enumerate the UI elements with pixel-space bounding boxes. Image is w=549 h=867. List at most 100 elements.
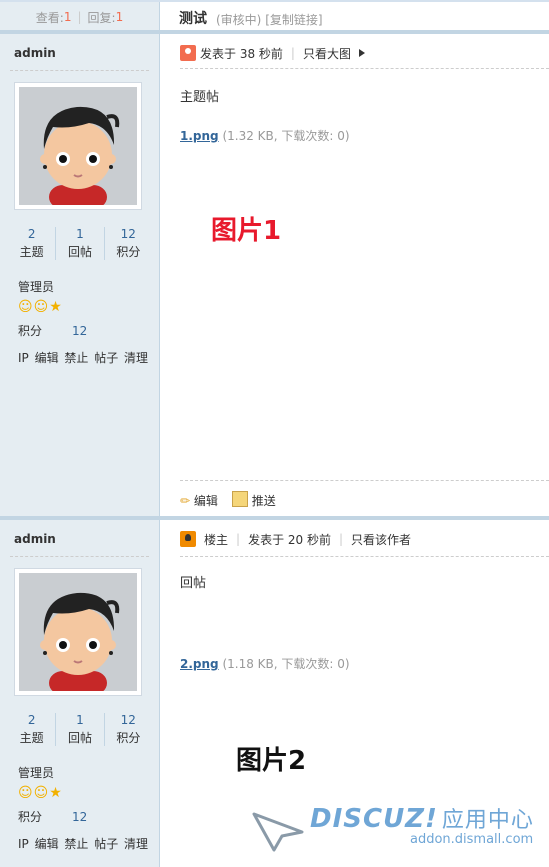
points-label: 积分 [18, 810, 43, 824]
sidebar-divider [10, 70, 149, 71]
image-marker: 图片2 [236, 746, 307, 776]
stat-value: 2 [27, 227, 36, 241]
stat-replies[interactable]: 1 回帖 [55, 713, 103, 746]
view-large-image-link[interactable]: 只看大图 [303, 45, 351, 62]
post-divider [180, 556, 549, 557]
views-count: 1 [63, 10, 72, 24]
avatar[interactable] [14, 82, 142, 210]
points-label: 积分 [18, 324, 43, 338]
thread-title: 测试 [179, 11, 207, 27]
edit-button[interactable]: ✏ 编辑 [180, 492, 218, 509]
replies-count: 1 [115, 10, 124, 24]
replies-label: 回复: [87, 10, 116, 25]
user-group[interactable]: 管理员 [18, 764, 54, 781]
author-sidebar: admin 2 主题 1 回帖 12 积分 管理员 ☺ ☺ ★ 积分 12 IP… [0, 520, 160, 867]
post-header: 发表于 38 秒前 | 只看大图 [180, 42, 549, 64]
edit-label: 编辑 [193, 493, 218, 508]
thread-meta: (审核中) [复制链接] [216, 11, 323, 28]
discuz-watermark: DISCUZ! 应用中心 addon.dismall.com [250, 800, 549, 867]
thread-counters: 查看: 1 | 回复: 1 [0, 2, 160, 32]
attachment-info: (1.18 KB, 下载次数: 0) [222, 657, 350, 671]
avatar-face-icon [19, 87, 137, 205]
stat-value: 2 [27, 713, 36, 727]
sun-icon: ☺ [33, 299, 49, 315]
points-value: 12 [72, 324, 88, 338]
attachment-info: (1.32 KB, 下载次数: 0) [222, 129, 350, 143]
stat-points[interactable]: 12 积分 [103, 227, 152, 260]
avatar[interactable] [14, 568, 142, 696]
avatar-image [19, 573, 137, 691]
post-time: 发表于 38 秒前 [200, 46, 283, 61]
star-icon: ★ [49, 299, 62, 315]
points-row: 积分 12 [18, 322, 87, 339]
sun-icon: ☺ [18, 785, 33, 801]
attachment: 1.png (1.32 KB, 下载次数: 0) [180, 127, 350, 144]
discuz-logo: DISCUZ! 应用中心 [310, 802, 534, 834]
post-divider [180, 68, 549, 69]
stat-label: 回帖 [67, 731, 92, 745]
watermark-url: addon.dismall.com [410, 832, 534, 847]
user-icon [180, 45, 196, 61]
sidebar-divider [10, 556, 149, 557]
stat-value: 12 [120, 713, 136, 727]
post-time: 发表于 20 秒前 [248, 532, 331, 547]
header-divider: | [236, 532, 241, 546]
thread-starter-badge: 楼主 [204, 532, 229, 547]
pencil-icon: ✏ [180, 493, 191, 508]
attachment: 2.png (1.18 KB, 下载次数: 0) [180, 655, 350, 672]
post-header: 楼主 | 发表于 20 秒前 | 只看该作者 [180, 528, 549, 550]
author-sidebar: admin 2 主题 1 回帖 12 积分 管理员 ☺ ☺ ★ 积分 12 IP… [0, 34, 160, 517]
stat-value: 1 [76, 713, 84, 727]
stat-points[interactable]: 12 积分 [103, 713, 152, 746]
stat-label: 主题 [19, 731, 44, 745]
user-group[interactable]: 管理员 [18, 278, 54, 295]
admin-links[interactable]: IP 编辑 禁止 帖子 清理 [18, 349, 148, 366]
push-button[interactable]: 推送 [231, 491, 276, 509]
post-body: 回帖 [180, 576, 207, 591]
stat-threads[interactable]: 2 主题 [8, 227, 55, 260]
push-label: 推送 [251, 494, 276, 508]
star-icon: ★ [49, 785, 62, 801]
stat-value: 12 [120, 227, 136, 241]
post-body: 主题帖 [180, 90, 220, 105]
points-value: 12 [72, 810, 88, 824]
stat-value: 1 [76, 227, 84, 241]
copy-link-button[interactable]: [复制链接] [265, 13, 322, 27]
stat-replies[interactable]: 1 回帖 [55, 227, 103, 260]
moderation-status: (审核中) [216, 13, 262, 27]
stat-label: 回帖 [67, 245, 92, 259]
stat-label: 积分 [116, 245, 141, 259]
rank-icons: ☺ ☺ ★ [18, 785, 62, 801]
attachment-link[interactable]: 2.png [180, 657, 219, 671]
author-name[interactable]: admin [14, 46, 56, 60]
header-divider: | [290, 46, 295, 60]
counter-divider: | [77, 10, 82, 24]
sun-icon: ☺ [18, 299, 33, 315]
admin-links[interactable]: IP 编辑 禁止 帖子 清理 [18, 835, 148, 852]
post-actions: ✏ 编辑 推送 [180, 491, 276, 509]
stat-label: 积分 [116, 731, 141, 745]
logo-cn-text: 应用中心 [441, 808, 534, 833]
cursor-arrow-icon [252, 812, 304, 852]
header-divider: | [338, 532, 344, 546]
author-name[interactable]: admin [14, 532, 56, 546]
stat-label: 主题 [19, 245, 44, 259]
stat-threads[interactable]: 2 主题 [8, 713, 55, 746]
points-row: 积分 12 [18, 808, 87, 825]
push-icon [231, 491, 248, 507]
arrow-right-icon[interactable] [358, 49, 365, 57]
attachment-link[interactable]: 1.png [180, 129, 219, 143]
post-content: 发表于 38 秒前 | 只看大图 主题帖 1.png (1.32 KB, 下载次… [160, 34, 549, 517]
thread-header: 查看: 1 | 回复: 1 测试 (审核中) [复制链接] [0, 0, 549, 32]
logo-text: DISCUZ! [310, 804, 438, 834]
avatar-face-icon [19, 573, 137, 691]
view-author-only-link[interactable]: 只看该作者 [351, 531, 411, 548]
rank-icons: ☺ ☺ ★ [18, 299, 62, 315]
sun-icon: ☺ [33, 785, 49, 801]
author-stats: 2 主题 1 回帖 12 积分 [8, 713, 152, 746]
avatar-image [19, 87, 137, 205]
author-stats: 2 主题 1 回帖 12 积分 [8, 227, 152, 260]
thread-starter-icon [180, 531, 196, 547]
actions-divider [180, 480, 549, 481]
views-label: 查看: [35, 10, 64, 25]
